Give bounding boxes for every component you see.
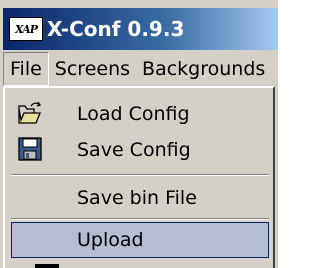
menu-bar: File Screens Backgrounds (3, 52, 278, 86)
menu-file[interactable]: File (3, 52, 49, 86)
app-window: XAP X-Conf 0.9.3 File Screens Background… (0, 0, 278, 268)
menu-item-label: Load Config (77, 103, 190, 125)
open-folder-icon (17, 100, 43, 126)
menu-backgrounds[interactable]: Backgrounds (136, 52, 271, 86)
file-menu-dropdown: Load Config Save Config Save bin File Up… (3, 86, 275, 268)
app-logo-icon[interactable]: XAP (9, 17, 43, 41)
window-title: X-Conf 0.9.3 (47, 17, 185, 41)
title-bar[interactable]: XAP X-Conf 0.9.3 (3, 8, 278, 50)
menu-item-label: Upload (77, 229, 144, 251)
menu-item-upload[interactable]: Upload (11, 222, 269, 258)
menu-item-label: Save Config (77, 139, 191, 161)
next-item-icon (35, 264, 59, 268)
menu-screens[interactable]: Screens (49, 52, 136, 86)
menu-item-save-bin-file[interactable]: Save bin File (11, 180, 269, 216)
menu-item-load-config[interactable]: Load Config (11, 96, 269, 132)
menu-separator (11, 218, 269, 220)
menu-item-save-config[interactable]: Save Config (11, 132, 269, 168)
floppy-disk-icon (17, 136, 43, 162)
menu-separator (11, 174, 269, 176)
menu-item-label: Save bin File (77, 187, 197, 209)
